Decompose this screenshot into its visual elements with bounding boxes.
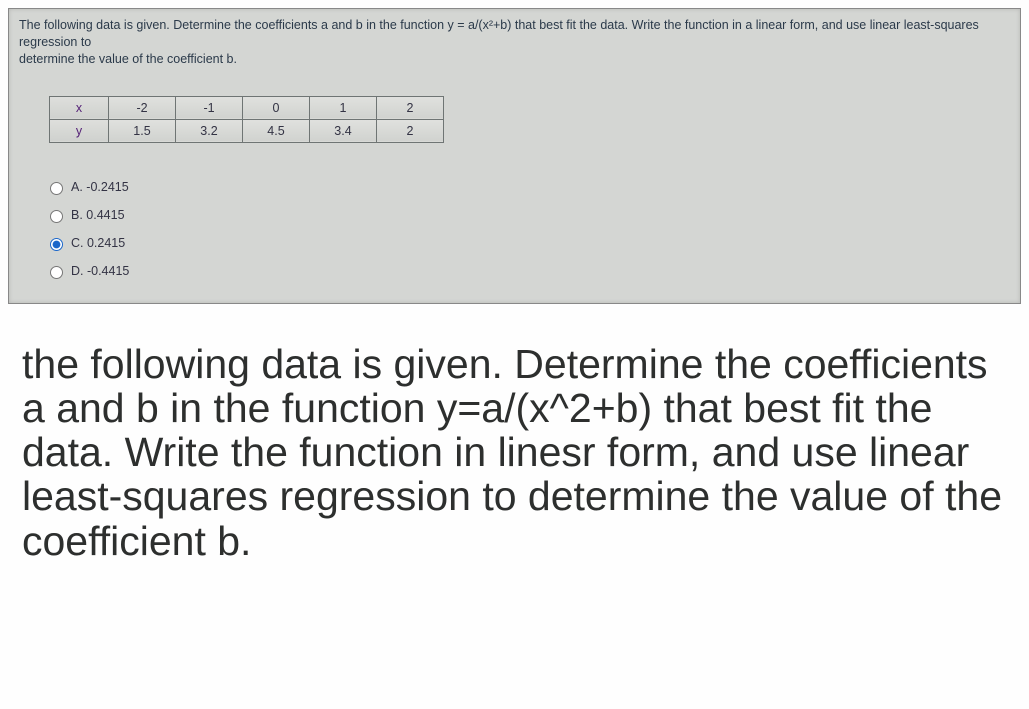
- cell-y0: 1.5: [109, 119, 176, 142]
- radio-d[interactable]: [50, 266, 63, 279]
- option-c-label: C. 0.2415: [71, 236, 125, 250]
- row-header-x: x: [50, 96, 109, 119]
- cell-x2: 0: [243, 96, 310, 119]
- option-b-label: B. 0.4415: [71, 208, 125, 222]
- option-d-label: D. -0.4415: [71, 264, 129, 278]
- table-row: y 1.5 3.2 4.5 3.4 2: [50, 119, 444, 142]
- cell-x1: -1: [176, 96, 243, 119]
- cell-x3: 1: [310, 96, 377, 119]
- prompt-line-2: determine the value of the coefficient b…: [19, 52, 237, 66]
- cell-y1: 3.2: [176, 119, 243, 142]
- explanation-text: the following data is given. Determine t…: [0, 312, 1029, 581]
- cell-y2: 4.5: [243, 119, 310, 142]
- radio-b[interactable]: [50, 210, 63, 223]
- option-a[interactable]: A. -0.2415: [45, 173, 1020, 201]
- quiz-prompt: The following data is given. Determine t…: [9, 9, 1020, 78]
- data-table: x -2 -1 0 1 2 y 1.5 3.2 4.5 3.4 2: [49, 96, 444, 143]
- option-b[interactable]: B. 0.4415: [45, 201, 1020, 229]
- quiz-panel: The following data is given. Determine t…: [8, 8, 1021, 304]
- prompt-line-1: The following data is given. Determine t…: [19, 18, 979, 49]
- row-header-y: y: [50, 119, 109, 142]
- cell-y4: 2: [377, 119, 444, 142]
- answer-options: A. -0.2415 B. 0.4415 C. 0.2415 D. -0.441…: [9, 169, 1020, 303]
- table-row: x -2 -1 0 1 2: [50, 96, 444, 119]
- cell-y3: 3.4: [310, 119, 377, 142]
- radio-a[interactable]: [50, 182, 63, 195]
- cell-x0: -2: [109, 96, 176, 119]
- option-d[interactable]: D. -0.4415: [45, 257, 1020, 285]
- option-a-label: A. -0.2415: [71, 180, 129, 194]
- option-c[interactable]: C. 0.2415: [45, 229, 1020, 257]
- radio-c[interactable]: [50, 238, 63, 251]
- cell-x4: 2: [377, 96, 444, 119]
